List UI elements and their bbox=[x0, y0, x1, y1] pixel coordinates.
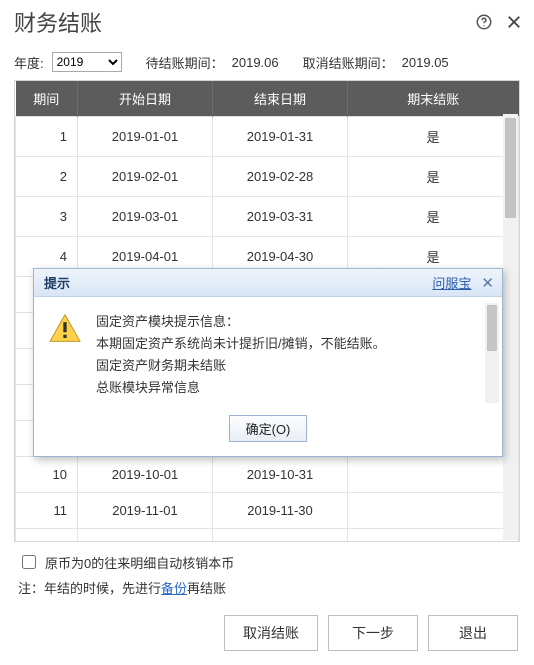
year-label: 年度: bbox=[14, 53, 44, 72]
year-select[interactable]: 2019 bbox=[52, 52, 122, 72]
table-row[interactable]: 32019-03-012019-03-31是 bbox=[16, 197, 519, 237]
exit-button[interactable]: 退出 bbox=[428, 615, 518, 651]
auto-writeoff-row[interactable]: 原币为0的往来明细自动核销本币 bbox=[18, 552, 516, 572]
alert-line: 固定资产模块提示信息： bbox=[96, 311, 480, 333]
backup-link[interactable]: 备份 bbox=[161, 581, 187, 596]
cell-end: 2019-11-30 bbox=[213, 493, 348, 529]
alert-dialog: 提示 问服宝 ✕ 固定资产模块提示信息： 本期固定资产系统尚未计提折旧/摊销，不… bbox=[33, 268, 503, 457]
cell-closed: 是 bbox=[348, 197, 519, 237]
alert-line: 总账模块异常信息 bbox=[96, 377, 480, 399]
cell-period: 3 bbox=[16, 197, 78, 237]
cell-start: 2019-10-01 bbox=[78, 457, 213, 493]
alert-message: 固定资产模块提示信息： 本期固定资产系统尚未计提折旧/摊销，不能结账。 固定资产… bbox=[96, 311, 490, 399]
auto-writeoff-checkbox[interactable] bbox=[22, 555, 36, 569]
cell-closed bbox=[348, 529, 519, 543]
cell-start: 2019-12-01 bbox=[78, 529, 213, 543]
footer-note: 注：年结的时候，先进行备份再结账 bbox=[18, 578, 516, 597]
pending-value: 2019.06 bbox=[232, 55, 279, 70]
cell-end: 2019-12-31 bbox=[213, 529, 348, 543]
cell-closed: 是 bbox=[348, 117, 519, 157]
alert-footer: 确定(O) bbox=[34, 409, 502, 456]
pending-label: 待结账期间： bbox=[146, 53, 224, 72]
next-button[interactable]: 下一步 bbox=[328, 615, 418, 651]
alert-titlebar: 提示 问服宝 ✕ bbox=[34, 269, 502, 297]
cell-closed bbox=[348, 457, 519, 493]
warning-icon bbox=[48, 313, 82, 343]
cell-period: 1 bbox=[16, 117, 78, 157]
alert-scrollbar[interactable] bbox=[485, 303, 499, 403]
col-closed: 期末结账 bbox=[348, 81, 519, 117]
cell-end: 2019-01-31 bbox=[213, 117, 348, 157]
cancel-close-button[interactable]: 取消结账 bbox=[224, 615, 318, 651]
alert-line: 固定资产财务期未结账 bbox=[96, 355, 480, 377]
table-scrollbar-thumb[interactable] bbox=[505, 118, 516, 218]
table-row[interactable]: 112019-11-012019-11-30 bbox=[16, 493, 519, 529]
auto-writeoff-label: 原币为0的往来明细自动核销本币 bbox=[45, 553, 234, 572]
cell-period: 12 bbox=[16, 529, 78, 543]
window-header: 财务结账 bbox=[0, 0, 534, 48]
cell-period: 10 bbox=[16, 457, 78, 493]
page-title: 财务结账 bbox=[14, 6, 102, 38]
cell-closed: 是 bbox=[348, 157, 519, 197]
alert-ok-button[interactable]: 确定(O) bbox=[229, 415, 308, 442]
alert-line: 本期固定资产系统尚未计提折旧/摊销，不能结账。 bbox=[96, 333, 480, 355]
table-row[interactable]: 102019-10-012019-10-31 bbox=[16, 457, 519, 493]
cell-end: 2019-03-31 bbox=[213, 197, 348, 237]
cell-period: 11 bbox=[16, 493, 78, 529]
alert-close-icon[interactable]: ✕ bbox=[481, 274, 494, 292]
header-icons bbox=[474, 12, 524, 32]
cell-start: 2019-11-01 bbox=[78, 493, 213, 529]
alert-body: 固定资产模块提示信息： 本期固定资产系统尚未计提折旧/摊销，不能结账。 固定资产… bbox=[34, 297, 502, 409]
col-start: 开始日期 bbox=[78, 81, 213, 117]
cell-period: 2 bbox=[16, 157, 78, 197]
col-end: 结束日期 bbox=[213, 81, 348, 117]
table-scrollbar[interactable] bbox=[503, 114, 518, 540]
cell-closed bbox=[348, 493, 519, 529]
footer: 原币为0的往来明细自动核销本币 注：年结的时候，先进行备份再结账 bbox=[0, 542, 534, 605]
cell-start: 2019-01-01 bbox=[78, 117, 213, 157]
toolbar: 年度: 2019 待结账期间： 2019.06 取消结账期间： 2019.05 bbox=[0, 48, 534, 80]
cell-end: 2019-10-31 bbox=[213, 457, 348, 493]
table-row[interactable]: 12019-01-012019-01-31是 bbox=[16, 117, 519, 157]
cell-start: 2019-03-01 bbox=[78, 197, 213, 237]
close-icon[interactable] bbox=[504, 12, 524, 32]
ask-service-link[interactable]: 问服宝 bbox=[432, 273, 471, 292]
action-buttons: 取消结账 下一步 退出 bbox=[0, 605, 534, 651]
table-row[interactable]: 22019-02-012019-02-28是 bbox=[16, 157, 519, 197]
alert-scrollbar-thumb[interactable] bbox=[487, 305, 497, 351]
cancel-period-label: 取消结账期间： bbox=[303, 53, 394, 72]
help-icon[interactable] bbox=[474, 12, 494, 32]
col-period: 期间 bbox=[16, 81, 78, 117]
cell-end: 2019-02-28 bbox=[213, 157, 348, 197]
alert-title: 提示 bbox=[44, 273, 70, 292]
table-row[interactable]: 122019-12-012019-12-31 bbox=[16, 529, 519, 543]
cancel-period-value: 2019.05 bbox=[402, 55, 449, 70]
cell-start: 2019-02-01 bbox=[78, 157, 213, 197]
